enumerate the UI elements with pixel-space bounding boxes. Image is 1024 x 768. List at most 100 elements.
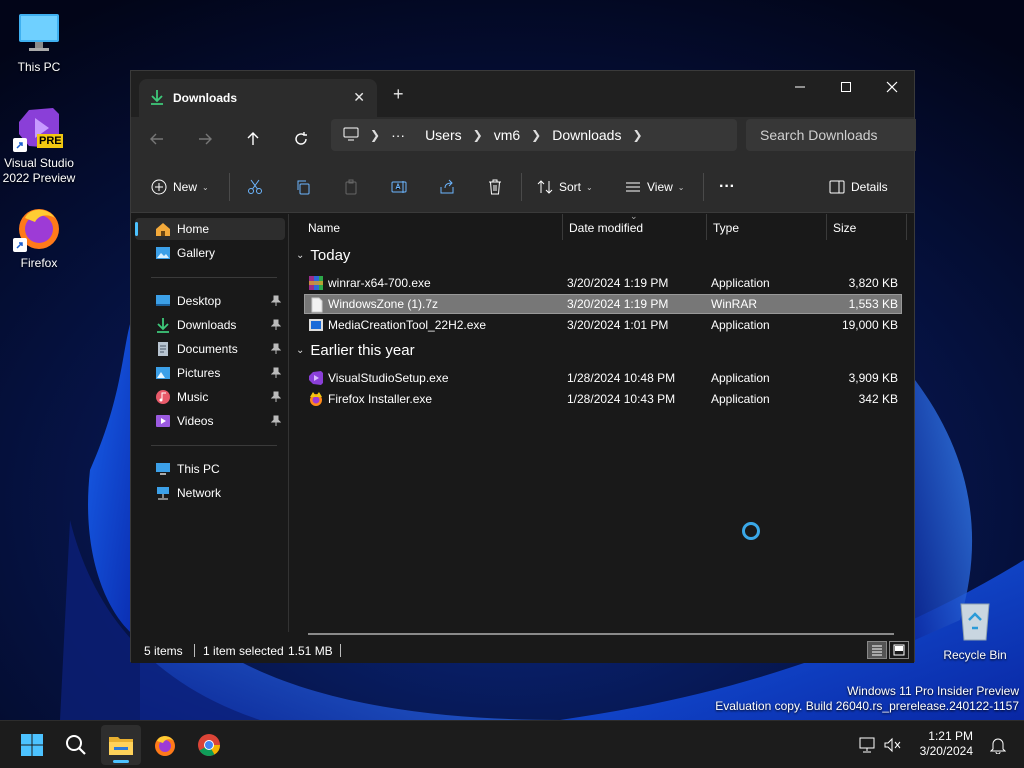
pin-icon[interactable] <box>270 415 282 430</box>
chevron-right-icon[interactable]: ❯ <box>531 128 541 142</box>
breadcrumb-users[interactable]: Users <box>425 127 462 143</box>
sidebar-item-label: Downloads <box>177 318 237 332</box>
file-list: Name Date modified ⌄ Type Size ⌄ Today w… <box>290 211 914 635</box>
pin-icon[interactable] <box>270 295 282 310</box>
sidebar-item-network[interactable]: Network <box>135 482 285 504</box>
minimize-button[interactable] <box>777 71 823 103</box>
file-row[interactable]: VisualStudioSetup.exe 1/28/2024 10:48 PM… <box>304 368 902 388</box>
sidebar-item-home[interactable]: Home <box>135 218 285 240</box>
videos-icon <box>155 413 171 429</box>
sidebar-item-this-pc[interactable]: This PC <box>135 458 285 480</box>
chevron-right-icon[interactable]: ❯ <box>473 128 483 142</box>
pin-icon[interactable] <box>270 343 282 358</box>
sidebar-item-label: Home <box>177 222 210 236</box>
tab-downloads[interactable]: Downloads ✕ <box>139 79 377 117</box>
group-label: Today <box>310 247 351 264</box>
desktop-icon-recycle-bin[interactable]: Recycle Bin <box>936 596 1014 663</box>
maximize-button[interactable] <box>823 71 869 103</box>
chevron-right-icon[interactable]: ❯ <box>632 128 642 142</box>
breadcrumb-downloads[interactable]: Downloads <box>552 127 621 143</box>
close-window-button[interactable] <box>869 71 915 103</box>
column-header-name[interactable]: Name <box>308 221 340 235</box>
sidebar-item-music[interactable]: Music <box>135 386 285 408</box>
desktop-icon-firefox[interactable]: Firefox <box>0 204 78 271</box>
group-header-earlier-this-year[interactable]: ⌄ Earlier this year <box>296 342 415 359</box>
pin-icon[interactable] <box>270 367 282 382</box>
volume-button[interactable] <box>882 725 904 765</box>
file-row[interactable]: MediaCreationTool_22H2.exe 3/20/2024 1:0… <box>304 315 902 335</box>
taskbar-chrome[interactable] <box>189 725 229 765</box>
details-view-button[interactable] <box>867 641 887 659</box>
sidebar-item-gallery[interactable]: Gallery <box>135 242 285 264</box>
column-header-type[interactable]: Type <box>713 221 739 235</box>
up-button[interactable] <box>239 125 267 153</box>
address-bar[interactable]: ❯ ··· Users ❯ vm6 ❯ Downloads ❯ <box>331 119 737 151</box>
file-name: MediaCreationTool_22H2.exe <box>328 318 487 332</box>
chevron-right-icon[interactable]: ❯ <box>370 128 380 142</box>
volume-muted-icon <box>884 737 901 753</box>
column-header-date-modified[interactable]: Date modified <box>569 221 643 235</box>
rename-button[interactable] <box>391 173 407 201</box>
desktop-icon-label: Firefox <box>20 256 58 270</box>
new-label: New <box>173 180 198 194</box>
chevron-down-icon: ⌄ <box>202 182 209 192</box>
sidebar-item-downloads[interactable]: Downloads <box>135 314 285 336</box>
start-button[interactable] <box>12 725 52 765</box>
command-bar: New ⌄ Sort ⌄ View ⌄ ··· Details <box>131 161 914 213</box>
tiles-view-button[interactable] <box>889 641 909 659</box>
desktop-icon-visual-studio[interactable]: PRE Visual Studio 2022 Preview <box>0 104 78 186</box>
sidebar-item-pictures[interactable]: Pictures <box>135 362 285 384</box>
back-button[interactable] <box>143 125 171 153</box>
column-divider[interactable] <box>906 214 907 240</box>
sidebar-item-videos[interactable]: Videos <box>135 410 285 432</box>
paste-button[interactable] <box>343 173 359 201</box>
view-label: View <box>647 180 673 194</box>
column-divider[interactable] <box>562 214 563 240</box>
horizontal-scrollbar[interactable] <box>308 633 894 635</box>
forward-button[interactable] <box>191 125 219 153</box>
downloads-icon <box>155 317 171 333</box>
pin-icon[interactable] <box>270 391 282 406</box>
copy-button[interactable] <box>295 173 311 201</box>
close-tab-icon[interactable]: ✕ <box>353 89 365 106</box>
view-button[interactable]: View ⌄ <box>625 173 685 201</box>
file-size: 342 KB <box>858 392 898 406</box>
system-clock[interactable]: 1:21 PM 3/20/2024 <box>920 729 973 759</box>
cut-button[interactable] <box>247 173 263 201</box>
column-divider[interactable] <box>826 214 827 240</box>
search-button[interactable] <box>56 725 96 765</box>
breadcrumb-vm6[interactable]: vm6 <box>494 127 520 143</box>
desktop-icon-this-pc[interactable]: This PC <box>0 8 78 75</box>
running-indicator <box>113 760 129 763</box>
new-tab-button[interactable]: + <box>393 84 404 105</box>
file-date: 1/28/2024 10:48 PM <box>567 371 676 385</box>
group-header-today[interactable]: ⌄ Today <box>296 247 350 264</box>
file-row[interactable]: Firefox Installer.exe 1/28/2024 10:43 PM… <box>304 389 902 409</box>
pictures-icon <box>155 365 171 381</box>
notifications-button[interactable] <box>984 725 1012 765</box>
pin-icon[interactable] <box>270 319 282 334</box>
taskbar-firefox[interactable] <box>145 725 185 765</box>
taskbar-file-explorer[interactable] <box>101 725 141 765</box>
details-pane-button[interactable]: Details <box>829 173 888 201</box>
file-row-selected[interactable]: WindowsZone (1).7z 3/20/2024 1:19 PM Win… <box>304 294 902 314</box>
delete-button[interactable] <box>487 173 503 201</box>
see-more-button[interactable]: ··· <box>719 173 735 201</box>
file-date: 3/20/2024 1:01 PM <box>567 318 669 332</box>
computer-icon <box>343 127 359 144</box>
new-button[interactable]: New ⌄ <box>151 173 209 201</box>
more-locations-button[interactable]: ··· <box>391 127 405 143</box>
search-input[interactable]: Search Downloads <box>746 119 916 151</box>
sidebar-item-documents[interactable]: Documents <box>135 338 285 360</box>
file-size: 19,000 KB <box>841 318 898 332</box>
network-status-button[interactable] <box>856 725 878 765</box>
file-row[interactable]: winrar-x64-700.exe 3/20/2024 1:19 PM App… <box>304 273 902 293</box>
sidebar-item-label: Documents <box>177 342 238 356</box>
column-header-size[interactable]: Size <box>833 221 856 235</box>
sort-button[interactable]: Sort ⌄ <box>537 173 593 201</box>
firefox-icon <box>13 204 63 252</box>
share-button[interactable] <box>439 173 455 201</box>
refresh-button[interactable] <box>287 125 315 153</box>
column-divider[interactable] <box>706 214 707 240</box>
sidebar-item-desktop[interactable]: Desktop <box>135 290 285 312</box>
